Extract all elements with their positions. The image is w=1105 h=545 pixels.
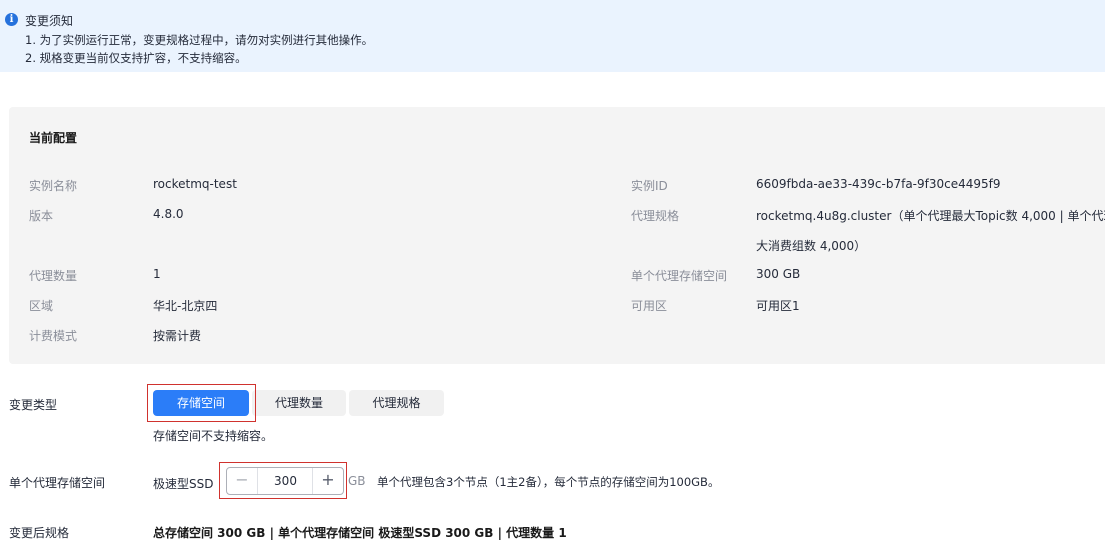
region-label: 区域: [29, 299, 54, 313]
change-type-hint: 存储空间不支持缩容。: [153, 429, 274, 443]
change-type-storage-button[interactable]: 存储空间: [153, 390, 249, 416]
change-notice-banner: i 变更须知 1. 为了实例运行正常，变更规格过程中，请勿对实例进行其他操作。 …: [0, 0, 1105, 72]
storage-input[interactable]: [258, 468, 313, 494]
instance-id-value: 6609fbda-ae33-439c-b7fa-9f30ce4495f9: [756, 177, 1001, 191]
change-type-broker-count-button[interactable]: 代理数量: [252, 390, 346, 416]
change-type-broker-spec-button[interactable]: 代理规格: [349, 390, 444, 416]
broker-spec-value-line1: rocketmq.4u8g.cluster（单个代理最大Topic数 4,000…: [756, 209, 1105, 223]
billing-mode-label: 计费模式: [29, 329, 78, 343]
decrement-button[interactable]: −: [227, 468, 258, 494]
notice-line-2: 2. 规格变更当前仅支持扩容，不支持缩容。: [25, 51, 247, 65]
instance-name-value: rocketmq-test: [153, 177, 237, 191]
change-type-label: 变更类型: [9, 398, 58, 412]
availability-zone-value: 可用区1: [756, 299, 800, 313]
storage-description: 单个代理包含3个节点（1主2备），每个节点的存储空间为100GB。: [377, 475, 720, 489]
disk-type-label: 极速型SSD: [153, 477, 214, 491]
broker-count-label: 代理数量: [29, 269, 78, 283]
storage-value: 300 GB: [756, 267, 801, 281]
info-icon: i: [5, 13, 18, 26]
region-value: 华北-北京四: [153, 299, 218, 313]
broker-spec-label: 代理规格: [631, 209, 680, 223]
storage-stepper: − +: [226, 467, 344, 495]
current-config-title: 当前配置: [29, 131, 78, 145]
broker-count-value: 1: [153, 267, 161, 281]
version-label: 版本: [29, 209, 54, 223]
current-config-panel: 当前配置 实例名称 rocketmq-test 版本 4.8.0 代理数量 1 …: [9, 107, 1105, 364]
increment-button[interactable]: +: [312, 468, 343, 494]
notice-title: 变更须知: [25, 14, 74, 28]
storage-unit: GB: [348, 474, 366, 488]
broker-spec-value-line2: 大消费组数 4,000）: [756, 239, 867, 253]
billing-mode-value: 按需计费: [153, 329, 202, 343]
version-value: 4.8.0: [153, 207, 184, 221]
notice-line-1: 1. 为了实例运行正常，变更规格过程中，请勿对实例进行其他操作。: [25, 33, 374, 47]
storage-change-label: 单个代理存储空间: [9, 476, 106, 490]
instance-id-label: 实例ID: [631, 179, 668, 193]
availability-zone-label: 可用区: [631, 299, 668, 313]
result-spec-label: 变更后规格: [9, 526, 70, 540]
result-spec-summary: 总存储空间 300 GB | 单个代理存储空间 极速型SSD 300 GB | …: [153, 526, 567, 540]
storage-label: 单个代理存储空间: [631, 269, 728, 283]
instance-name-label: 实例名称: [29, 179, 78, 193]
